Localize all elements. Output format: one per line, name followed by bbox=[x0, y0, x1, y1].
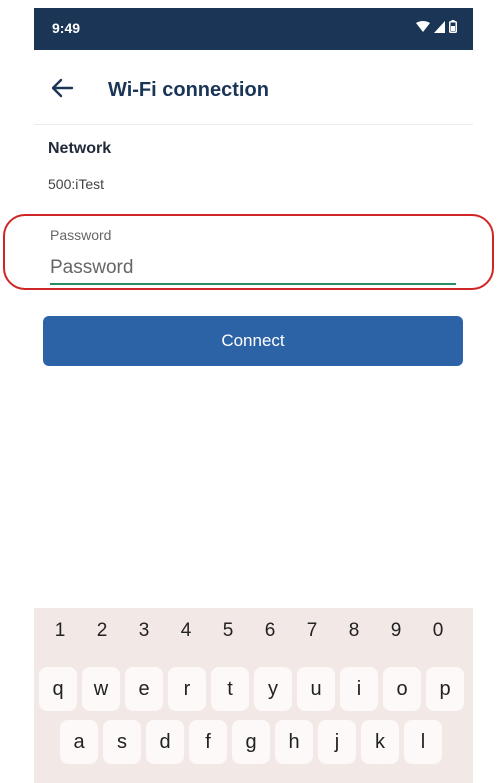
password-field[interactable] bbox=[50, 253, 456, 285]
key-k[interactable]: k bbox=[361, 720, 399, 764]
key-y[interactable]: y bbox=[254, 667, 292, 711]
key-g[interactable]: g bbox=[232, 720, 270, 764]
key-0[interactable]: 0 bbox=[422, 620, 454, 642]
key-e[interactable]: e bbox=[125, 667, 163, 711]
key-t[interactable]: t bbox=[211, 667, 249, 711]
key-a[interactable]: a bbox=[60, 720, 98, 764]
back-button[interactable] bbox=[46, 72, 78, 104]
key-q[interactable]: q bbox=[39, 667, 77, 711]
key-r[interactable]: r bbox=[168, 667, 206, 711]
phone-screen: 9:49 Wi-Fi connection Network 500:iTest … bbox=[34, 8, 473, 783]
key-i[interactable]: i bbox=[340, 667, 378, 711]
keyboard-number-row: 1 2 3 4 5 6 7 8 9 0 bbox=[34, 620, 473, 650]
password-label: Password bbox=[50, 227, 112, 243]
key-o[interactable]: o bbox=[383, 667, 421, 711]
key-9[interactable]: 9 bbox=[380, 620, 412, 642]
battery-icon bbox=[449, 20, 457, 33]
key-w[interactable]: w bbox=[82, 667, 120, 711]
app-bar: Wi-Fi connection bbox=[34, 50, 473, 125]
soft-keyboard: 1 2 3 4 5 6 7 8 9 0 q w e r t y u i o p … bbox=[34, 608, 473, 783]
key-l[interactable]: l bbox=[404, 720, 442, 764]
key-2[interactable]: 2 bbox=[86, 620, 118, 642]
signal-icon bbox=[434, 20, 445, 33]
key-f[interactable]: f bbox=[189, 720, 227, 764]
connect-button[interactable]: Connect bbox=[43, 316, 463, 366]
key-j[interactable]: j bbox=[318, 720, 356, 764]
key-6[interactable]: 6 bbox=[254, 620, 286, 642]
page-title: Wi-Fi connection bbox=[108, 79, 269, 101]
wifi-icon bbox=[416, 20, 430, 32]
key-d[interactable]: d bbox=[146, 720, 184, 764]
status-icons bbox=[416, 20, 457, 33]
status-bar: 9:49 bbox=[34, 8, 473, 50]
arrow-left-icon bbox=[51, 78, 74, 98]
network-label: Network bbox=[48, 140, 112, 157]
key-7[interactable]: 7 bbox=[296, 620, 328, 642]
key-s[interactable]: s bbox=[103, 720, 141, 764]
network-name: 500:iTest bbox=[48, 176, 105, 192]
key-u[interactable]: u bbox=[297, 667, 335, 711]
key-8[interactable]: 8 bbox=[338, 620, 370, 642]
key-p[interactable]: p bbox=[426, 667, 464, 711]
key-5[interactable]: 5 bbox=[212, 620, 244, 642]
key-h[interactable]: h bbox=[275, 720, 313, 764]
status-time: 9:49 bbox=[52, 20, 81, 36]
key-1[interactable]: 1 bbox=[44, 620, 76, 642]
key-3[interactable]: 3 bbox=[128, 620, 160, 642]
key-4[interactable]: 4 bbox=[170, 620, 202, 642]
